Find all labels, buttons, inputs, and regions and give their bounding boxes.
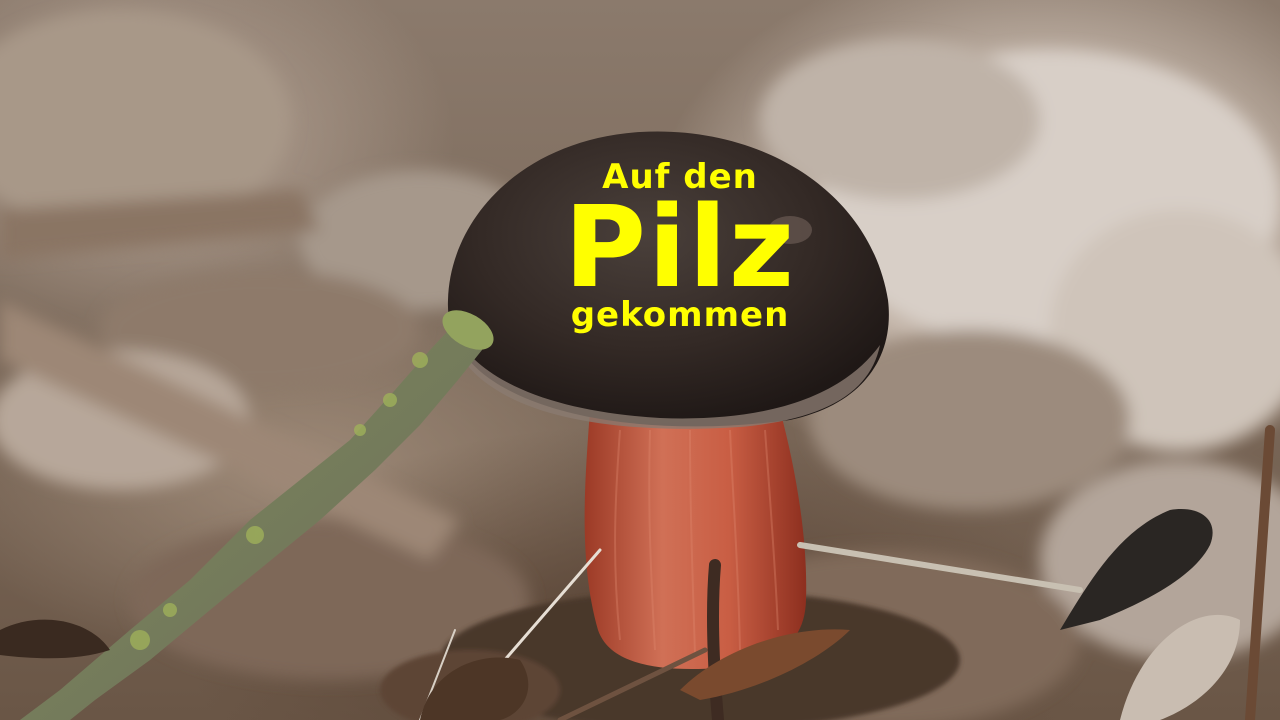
title-line-2: Pilz: [563, 183, 797, 313]
mushroom-stem: [584, 410, 807, 670]
photo-scene: Auf den Pilz gekommen: [0, 0, 1280, 720]
forest-floor-illustration: [0, 10, 1280, 720]
title-overlay: Auf den Pilz gekommen: [520, 160, 840, 332]
